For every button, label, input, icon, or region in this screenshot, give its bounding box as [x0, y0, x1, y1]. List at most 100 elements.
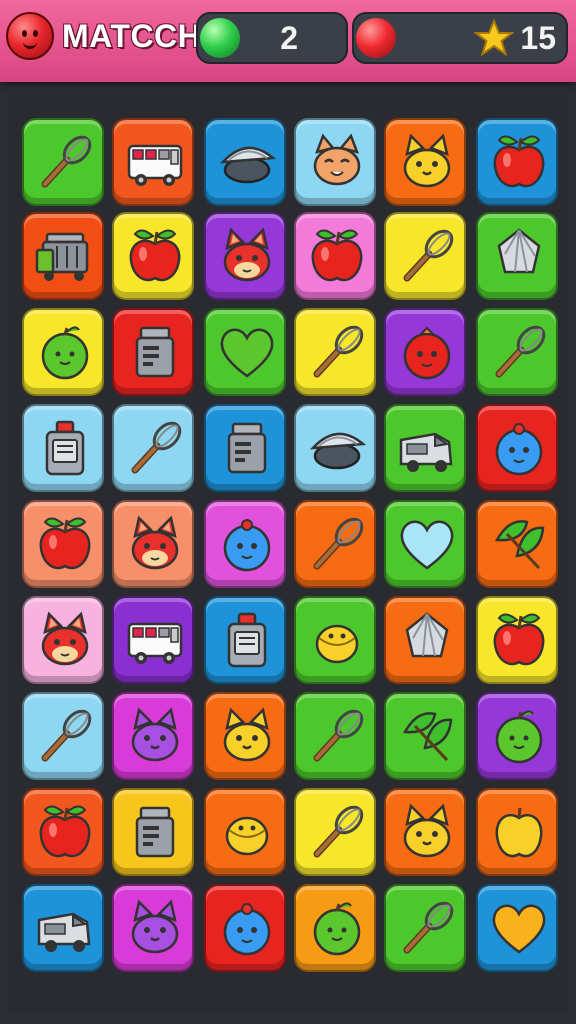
moves-counter: 2	[196, 12, 348, 64]
board-tile[interactable]	[294, 118, 376, 206]
board-tile[interactable]	[112, 212, 194, 300]
board-tile[interactable]	[384, 118, 466, 206]
whisk-icon	[495, 325, 546, 378]
gold-heart-icon	[492, 904, 546, 954]
board-tile[interactable]	[384, 308, 466, 396]
board-tile[interactable]	[204, 788, 286, 876]
yellow-apple-icon	[495, 807, 543, 858]
board-tile[interactable]	[294, 212, 376, 300]
top-bar: MATCCH 2 15	[0, 0, 576, 82]
green-orb-icon	[200, 18, 240, 58]
trash-cart-icon	[35, 232, 89, 281]
heart-icon	[220, 328, 274, 378]
board-tile[interactable]	[112, 692, 194, 780]
leaf-icon	[402, 712, 453, 762]
board-tile[interactable]	[112, 596, 194, 684]
board-tile[interactable]	[294, 884, 376, 972]
blue-ball-icon	[495, 423, 543, 476]
board-tile[interactable]	[294, 308, 376, 396]
board-tile[interactable]	[204, 500, 286, 588]
board-tile[interactable]	[476, 118, 558, 206]
board-tile[interactable]	[476, 500, 558, 588]
board-tile[interactable]	[204, 884, 286, 972]
whisk-icon	[41, 709, 92, 762]
board-tile[interactable]	[22, 212, 104, 300]
lemon-squeezer-icon	[497, 228, 541, 274]
leaf-icon	[494, 520, 545, 570]
purple-cat-icon	[131, 899, 179, 954]
green-ball-icon	[41, 326, 89, 380]
game-board	[8, 94, 568, 1012]
board-tile[interactable]	[112, 404, 194, 492]
board-tile[interactable]	[294, 596, 376, 684]
blue-ball-icon	[223, 903, 271, 956]
board-tile[interactable]	[204, 596, 286, 684]
board-tile[interactable]	[204, 692, 286, 780]
star-icon	[474, 18, 514, 57]
whisk-icon	[313, 325, 364, 378]
yellow-cat-icon	[403, 133, 451, 188]
red-ball-logo-icon	[6, 12, 54, 60]
board-tile[interactable]	[204, 212, 286, 300]
board-tile[interactable]	[294, 500, 376, 588]
moves-value: 2	[280, 20, 298, 56]
bottle-icon	[227, 612, 267, 668]
board-tile[interactable]	[476, 788, 558, 876]
board-tile[interactable]	[204, 404, 286, 492]
jar-icon	[135, 326, 175, 378]
red-cat-icon	[131, 515, 179, 570]
board-tile[interactable]	[22, 118, 104, 206]
board-tile[interactable]	[22, 692, 104, 780]
board-tile[interactable]	[22, 500, 104, 588]
food-truck-icon	[127, 622, 183, 664]
board-tile[interactable]	[22, 596, 104, 684]
green-ball-icon	[495, 710, 543, 764]
board-tile[interactable]	[384, 500, 466, 588]
apple-icon	[493, 135, 545, 188]
board-tile[interactable]	[294, 788, 376, 876]
board-tile[interactable]	[22, 308, 104, 396]
board-tile[interactable]	[294, 404, 376, 492]
board-tile[interactable]	[476, 692, 558, 780]
board-tile[interactable]	[476, 212, 558, 300]
whisk-icon	[403, 901, 454, 954]
board-tile[interactable]	[384, 692, 466, 780]
board-tile[interactable]	[112, 884, 194, 972]
bottle-icon	[45, 420, 85, 476]
board-tile[interactable]	[204, 308, 286, 396]
board-tile[interactable]	[112, 308, 194, 396]
board-tile[interactable]	[384, 404, 466, 492]
jar-icon	[135, 806, 175, 858]
board-tile[interactable]	[384, 884, 466, 972]
board-tile[interactable]	[22, 788, 104, 876]
stars-value: 15	[520, 20, 556, 56]
red-cat-icon	[41, 611, 89, 666]
whisk-icon	[131, 421, 182, 474]
apple-icon	[129, 229, 181, 282]
yellow-cat-icon	[223, 707, 271, 762]
purple-cat-icon	[131, 707, 179, 762]
board-tile[interactable]	[112, 500, 194, 588]
board-tile[interactable]	[384, 788, 466, 876]
apple-icon	[311, 229, 363, 282]
board-tile[interactable]	[112, 118, 194, 206]
board-tile[interactable]	[384, 212, 466, 300]
game-title: MATCCH	[62, 18, 202, 54]
board-tile[interactable]	[476, 596, 558, 684]
board-tile[interactable]	[476, 308, 558, 396]
blue-ball-icon	[223, 519, 271, 572]
red-ball-icon	[403, 326, 451, 380]
apple-icon	[39, 517, 91, 570]
lemon-icon	[315, 624, 359, 664]
stars-counter: 15	[352, 12, 568, 64]
board-tile[interactable]	[384, 596, 466, 684]
board-tile[interactable]	[22, 884, 104, 972]
board-tile[interactable]	[476, 884, 558, 972]
board-tile[interactable]	[22, 404, 104, 492]
board-tile[interactable]	[294, 692, 376, 780]
board-tile[interactable]	[476, 404, 558, 492]
board-tile[interactable]	[204, 118, 286, 206]
whisk-icon	[313, 709, 364, 762]
cat-face-icon	[313, 133, 361, 186]
board-tile[interactable]	[112, 788, 194, 876]
